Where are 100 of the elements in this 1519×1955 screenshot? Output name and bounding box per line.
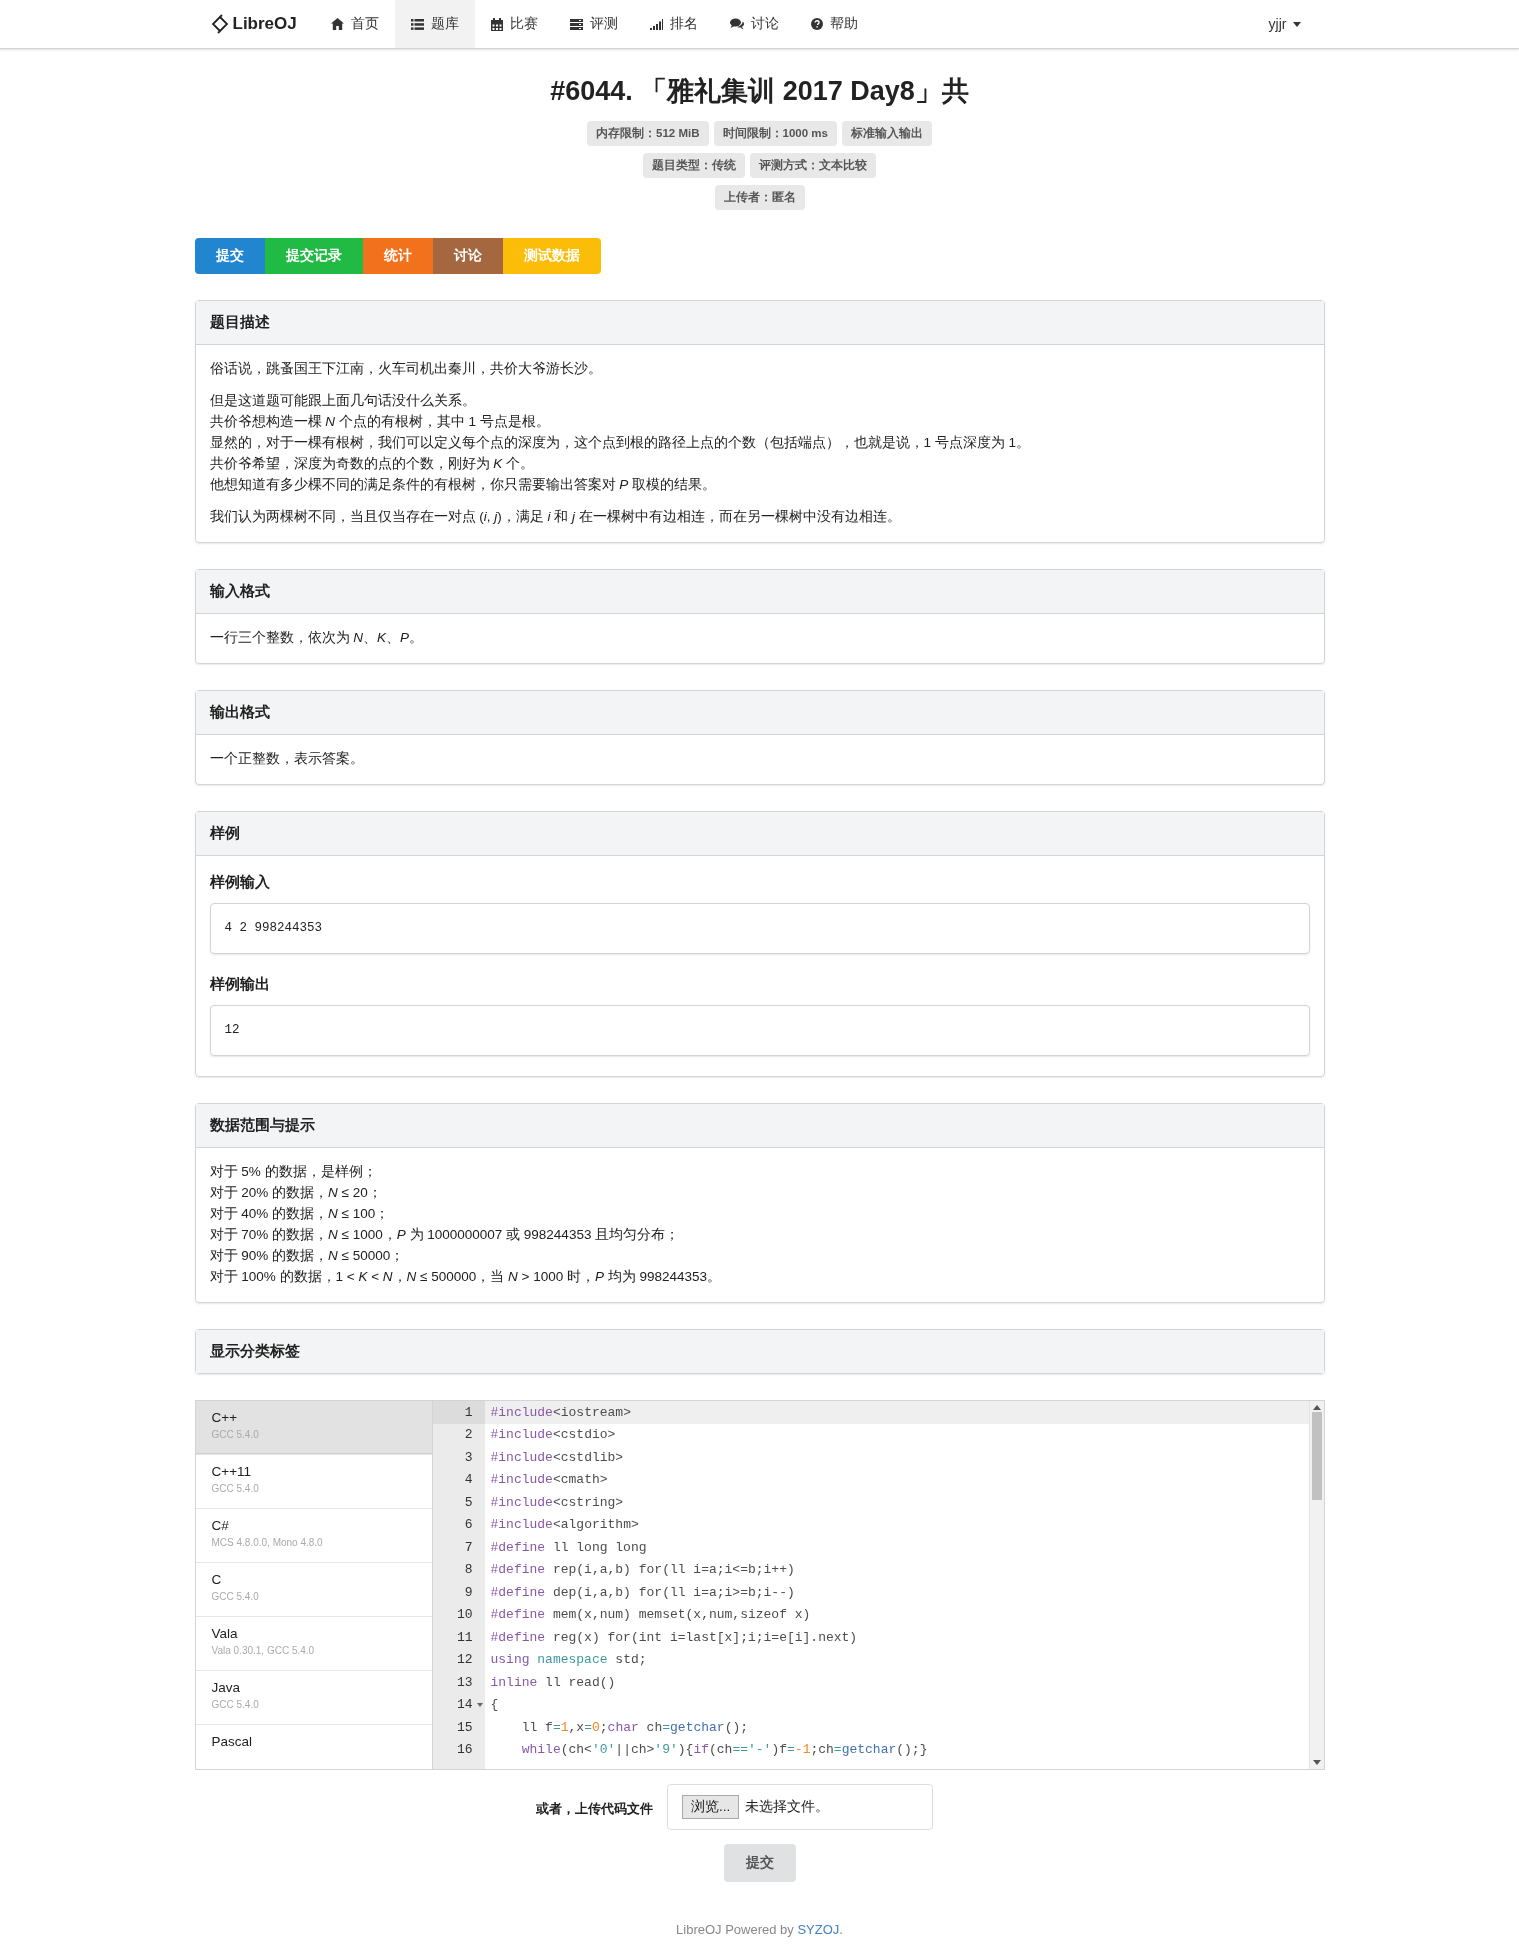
language-option[interactable]: Pascal xyxy=(195,1725,432,1769)
nav-item[interactable]: 评测 xyxy=(553,0,634,48)
sample-heading: 样例输出 xyxy=(209,975,271,994)
line-number: 14 xyxy=(432,1693,485,1716)
code-line: using namespace std; xyxy=(489,1652,647,1668)
text-line: 显然的，对于一棵有根树，我们可以定义每个点的深度为，这个点到根的路径上点的个数（包括端点），也就是说，1 号点深度为 1。 xyxy=(209,434,1032,452)
text-line: 对于 70% 的数据，N ≤ 1000，P 为 1000000007 或 998244353 且均匀分布； xyxy=(209,1226,681,1244)
site-logo[interactable]: LibreOJ xyxy=(194,0,315,48)
language-option[interactable]: Java GCC 5.4.0 xyxy=(195,1671,432,1725)
code-line: while(ch<'0'||ch>'9'){if(ch=='-')f=-1;ch=getchar();} xyxy=(520,1742,928,1758)
section-title: 样例 xyxy=(195,812,1324,856)
text-line: 俗话说，跳蚤国王下江南，火车司机出秦川，共价大爷游长沙。 xyxy=(209,360,603,378)
section-title: 题目描述 xyxy=(195,301,1324,345)
line-number: 13 xyxy=(455,1673,474,1692)
code-line: inline ll read() xyxy=(489,1674,616,1690)
code-line: ll f=1,x=0;char ch=getchar(); xyxy=(520,1719,749,1735)
signal-bars-icon xyxy=(649,18,663,30)
nav-item[interactable]: 比赛 xyxy=(474,0,554,48)
action-button[interactable]: 讨论 xyxy=(432,238,503,274)
help-icon xyxy=(810,18,823,30)
text-line: 对于 20% 的数据，N ≤ 20； xyxy=(209,1184,383,1202)
text-line: 共价爷希望，深度为奇数的点的个数，刚好为 K 个。 xyxy=(209,455,536,473)
scroll-down-icon xyxy=(1312,1760,1321,1765)
code-line: #define mem(x,num) memset(x,num,sizeof x) xyxy=(489,1607,811,1623)
language-option[interactable]: Vala Vala 0.30.1, GCC 5.4.0 xyxy=(195,1617,432,1671)
line-number: 1 xyxy=(432,1401,485,1424)
line-number: 16 xyxy=(455,1741,474,1760)
fold-arrow-icon[interactable] xyxy=(476,1702,483,1707)
sample-code: 12 xyxy=(209,1005,1310,1056)
browse-button[interactable]: 浏览... xyxy=(682,1795,740,1819)
sample-heading: 样例输入 xyxy=(209,873,271,892)
upload-label: 或者，上传代码文件 xyxy=(536,1800,653,1818)
info-badge: 评测方式：文本比较 xyxy=(750,153,876,178)
text-line: 一个正整数，表示答案。 xyxy=(209,750,365,768)
language-option[interactable]: C++ GCC 5.4.0 xyxy=(195,1401,432,1455)
code-line: { xyxy=(489,1697,499,1713)
line-number: 4 xyxy=(463,1471,474,1490)
user-menu[interactable]: yjjr xyxy=(1244,0,1325,48)
info-badge: 题目类型：传统 xyxy=(643,153,745,178)
caret-icon xyxy=(1292,21,1301,27)
footer-text: LibreOJ Powered by SYZOJ. xyxy=(676,1922,843,1937)
info-badge: 上传者：匿名 xyxy=(714,185,805,210)
text-line: 对于 90% 的数据，N ≤ 50000； xyxy=(209,1247,406,1265)
text-line: 一行三个整数，依次为 N、K、P。 xyxy=(209,629,425,647)
file-input[interactable]: 浏览... 未选择文件。 xyxy=(667,1784,933,1830)
language-option[interactable]: C++11 GCC 5.4.0 xyxy=(195,1455,432,1509)
line-number: 3 xyxy=(463,1448,474,1467)
line-number: 7 xyxy=(463,1538,474,1557)
sample-code: 4 2 998244353 xyxy=(209,903,1310,954)
line-number: 2 xyxy=(463,1426,474,1445)
server-icon xyxy=(569,18,583,30)
line-number: 8 xyxy=(463,1561,474,1580)
info-badge: 时间限制：1000 ms xyxy=(713,121,837,146)
section-title: 数据范围与提示 xyxy=(195,1104,1324,1148)
nav-item[interactable]: 排名 xyxy=(633,0,714,48)
action-button[interactable]: 提交 xyxy=(194,238,265,274)
comments-icon xyxy=(729,18,744,30)
language-option[interactable]: C# MCS 4.8.0.0, Mono 4.8.0 xyxy=(195,1509,432,1563)
nav-item[interactable]: 题库 xyxy=(394,0,475,48)
language-option[interactable]: C GCC 5.4.0 xyxy=(195,1563,432,1617)
text-line: 但是这道题可能跟上面几句话没什么关系。 xyxy=(209,392,477,410)
nav-item[interactable]: 讨论 xyxy=(713,0,795,48)
submit-button[interactable]: 提交 xyxy=(723,1844,796,1882)
tags-toggle[interactable]: 显示分类标签 xyxy=(195,1330,1324,1373)
text-line: 我们认为两棵树不同，当且仅当存在一对点 (i, j)，满足 i 和 j 在一棵树中有边相连，而在另一棵树中没有边相连。 xyxy=(209,508,902,526)
line-number: 15 xyxy=(455,1718,474,1737)
section-title: 输出格式 xyxy=(195,691,1324,735)
text-line: 共价爷想构造一棵 N 个点的有根树，其中 1 号点是根。 xyxy=(209,413,551,431)
info-badge: 内存限制：512 MiB xyxy=(587,121,709,146)
info-badge: 标准输入输出 xyxy=(841,121,932,146)
text-line: 对于 100% 的数据，1 < K < N，N ≤ 500000，当 N > 1000 时，P 均为 998244353。 xyxy=(209,1268,723,1286)
code-line: #define ll long long xyxy=(489,1539,647,1555)
nav-item[interactable]: 首页 xyxy=(314,0,395,48)
scroll-up-icon xyxy=(1312,1405,1321,1410)
text-line: 对于 5% 的数据，是样例； xyxy=(209,1163,378,1181)
line-number: 11 xyxy=(455,1628,474,1647)
code-line: #define dep(i,a,b) for(ll i=a;i>=b;i--) xyxy=(489,1584,795,1600)
code-line: #include<cstdio> xyxy=(489,1427,616,1443)
text-line: 他想知道有多少棵不同的满足条件的有根树，你只需要输出答案对 P 取模的结果。 xyxy=(209,476,718,494)
home-icon xyxy=(330,18,344,30)
section-title: 输入格式 xyxy=(195,570,1324,614)
line-number: 5 xyxy=(463,1493,474,1512)
line-number: 10 xyxy=(455,1606,474,1625)
file-status: 未选择文件。 xyxy=(745,1798,830,1816)
code-line: #define rep(i,a,b) for(ll i=a;i<=b;i++) xyxy=(489,1562,795,1578)
code-line: #include<iostream> xyxy=(489,1404,631,1420)
calendar-icon xyxy=(490,17,503,31)
code-line: #include<cmath> xyxy=(489,1472,608,1488)
nav-item[interactable]: 帮助 xyxy=(794,0,874,48)
logo-icon xyxy=(210,14,229,34)
line-number: 9 xyxy=(463,1583,474,1602)
code-line: #include<cstdlib> xyxy=(489,1449,624,1465)
scrollbar[interactable] xyxy=(1308,1401,1324,1769)
code-line: #define reg(x) for(int i=last[x];i;i=e[i].next) xyxy=(489,1629,858,1645)
line-number: 12 xyxy=(455,1651,474,1670)
code-line: #include<cstring> xyxy=(489,1494,624,1510)
code-line: #include<algorithm> xyxy=(489,1517,639,1533)
line-number: 6 xyxy=(463,1516,474,1535)
scroll-thumb[interactable] xyxy=(1311,1412,1322,1500)
text-line: 对于 40% 的数据，N ≤ 100； xyxy=(209,1205,391,1223)
